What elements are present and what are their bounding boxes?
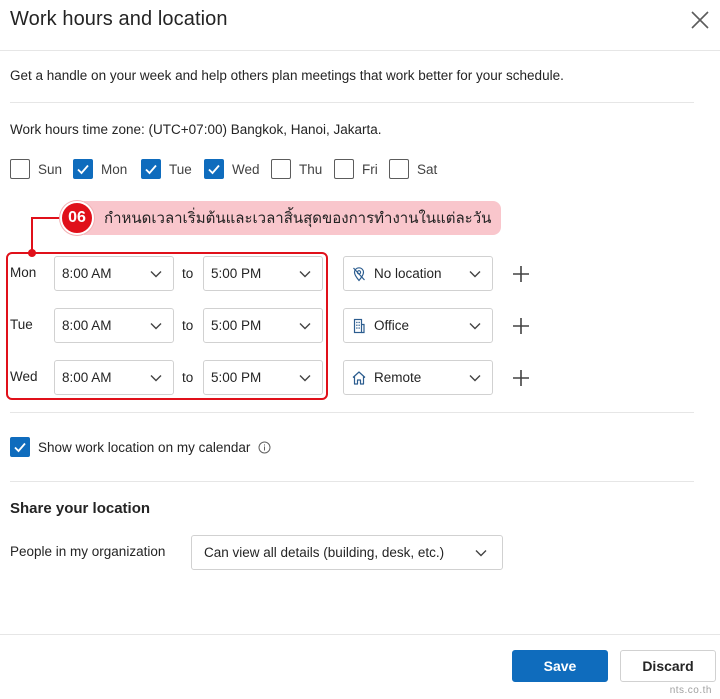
to-label: to (182, 266, 194, 281)
divider (10, 481, 694, 482)
share-location-heading: Share your location (10, 500, 151, 517)
day-label: Tue (169, 161, 192, 177)
checkbox[interactable] (271, 159, 291, 179)
checkmark-icon (14, 442, 26, 453)
end-time-select[interactable]: 5:00 PM (203, 308, 323, 343)
show-location-option[interactable]: Show work location on my calendar (10, 437, 271, 457)
intro-text: Get a handle on your week and help other… (10, 68, 564, 83)
checkmark-icon (77, 164, 89, 175)
close-icon (691, 11, 709, 29)
show-location-label: Show work location on my calendar (38, 439, 251, 455)
chevron-down-icon (299, 271, 311, 278)
callout-connector (31, 217, 33, 253)
plus-icon (513, 318, 529, 334)
chevron-down-icon (469, 375, 481, 382)
start-time-value: 8:00 AM (62, 370, 112, 385)
day-label: Fri (362, 161, 378, 177)
info-icon[interactable] (258, 441, 271, 454)
step-number-badge: 06 (60, 201, 94, 235)
row-day-label: Wed (10, 369, 38, 384)
day-label: Thu (299, 161, 323, 177)
chevron-down-icon (469, 323, 481, 330)
people-in-org-label: People in my organization (10, 544, 166, 559)
plus-icon (513, 266, 529, 282)
plus-icon (513, 370, 529, 386)
day-label: Wed (232, 161, 260, 177)
start-time-select[interactable]: 8:00 AM (54, 256, 174, 291)
close-button[interactable] (686, 6, 714, 34)
add-location-button[interactable] (511, 368, 531, 388)
show-location-checkbox[interactable] (10, 437, 30, 457)
checkbox[interactable] (10, 159, 30, 179)
checkbox[interactable] (334, 159, 354, 179)
checkbox[interactable] (389, 159, 409, 179)
checkbox[interactable] (73, 159, 93, 179)
location-value: Remote (374, 370, 422, 385)
day-label: Mon (101, 161, 128, 177)
end-time-value: 5:00 PM (211, 370, 262, 385)
save-button[interactable]: Save (512, 650, 608, 682)
divider (10, 102, 694, 103)
end-time-value: 5:00 PM (211, 318, 262, 333)
watermark: nts.co.th (669, 685, 712, 696)
sharing-level-value: Can view all details (building, desk, et… (204, 545, 445, 560)
chevron-down-icon (150, 271, 162, 278)
chevron-down-icon (299, 375, 311, 382)
divider (10, 412, 694, 413)
callout-connector (32, 217, 62, 219)
end-time-value: 5:00 PM (211, 266, 262, 281)
row-day-label: Tue (10, 317, 33, 332)
chevron-down-icon (469, 271, 481, 278)
chevron-down-icon (475, 550, 487, 557)
location-value: No location (374, 266, 442, 281)
checkbox[interactable] (204, 159, 224, 179)
timezone-text: Work hours time zone: (UTC+07:00) Bangko… (10, 122, 382, 137)
to-label: to (182, 370, 194, 385)
discard-button[interactable]: Discard (620, 650, 716, 682)
sharing-level-select[interactable]: Can view all details (building, desk, et… (191, 535, 503, 570)
day-label: Sat (417, 161, 438, 177)
location-select[interactable]: Office (343, 308, 493, 343)
checkmark-icon (145, 164, 157, 175)
location-select[interactable]: Remote (343, 360, 493, 395)
day-tue[interactable]: Tue (141, 159, 204, 179)
start-time-select[interactable]: 8:00 AM (54, 308, 174, 343)
chevron-down-icon (299, 323, 311, 330)
day-sun[interactable]: Sun (10, 159, 73, 179)
dialog-title: Work hours and location (10, 8, 228, 30)
day-thu[interactable]: Thu (271, 159, 334, 179)
location-select[interactable]: No location (343, 256, 493, 291)
no-location-icon (351, 266, 367, 282)
location-value: Office (374, 318, 410, 333)
day-fri[interactable]: Fri (334, 159, 389, 179)
end-time-select[interactable]: 5:00 PM (203, 256, 323, 291)
home-icon (351, 370, 367, 386)
step-callout: 06 กำหนดเวลาเริ่มต้นและเวลาสิ้นสุดของการ… (60, 199, 502, 237)
step-instruction: กำหนดเวลาเริ่มต้นและเวลาสิ้นสุดของการทำง… (84, 201, 502, 235)
chevron-down-icon (150, 375, 162, 382)
workdays-checkbox-group: Sun Mon Tue Wed Thu Fri Sat (10, 159, 449, 179)
start-time-select[interactable]: 8:00 AM (54, 360, 174, 395)
day-label: Sun (38, 161, 63, 177)
chevron-down-icon (150, 323, 162, 330)
add-location-button[interactable] (511, 316, 531, 336)
start-time-value: 8:00 AM (62, 266, 112, 281)
divider (0, 50, 720, 51)
day-mon[interactable]: Mon (73, 159, 141, 179)
footer-divider (0, 634, 720, 635)
checkmark-icon (208, 164, 220, 175)
add-location-button[interactable] (511, 264, 531, 284)
start-time-value: 8:00 AM (62, 318, 112, 333)
row-day-label: Mon (10, 265, 37, 280)
end-time-select[interactable]: 5:00 PM (203, 360, 323, 395)
to-label: to (182, 318, 194, 333)
building-icon (351, 318, 367, 334)
day-sat[interactable]: Sat (389, 159, 449, 179)
day-wed[interactable]: Wed (204, 159, 271, 179)
checkbox[interactable] (141, 159, 161, 179)
